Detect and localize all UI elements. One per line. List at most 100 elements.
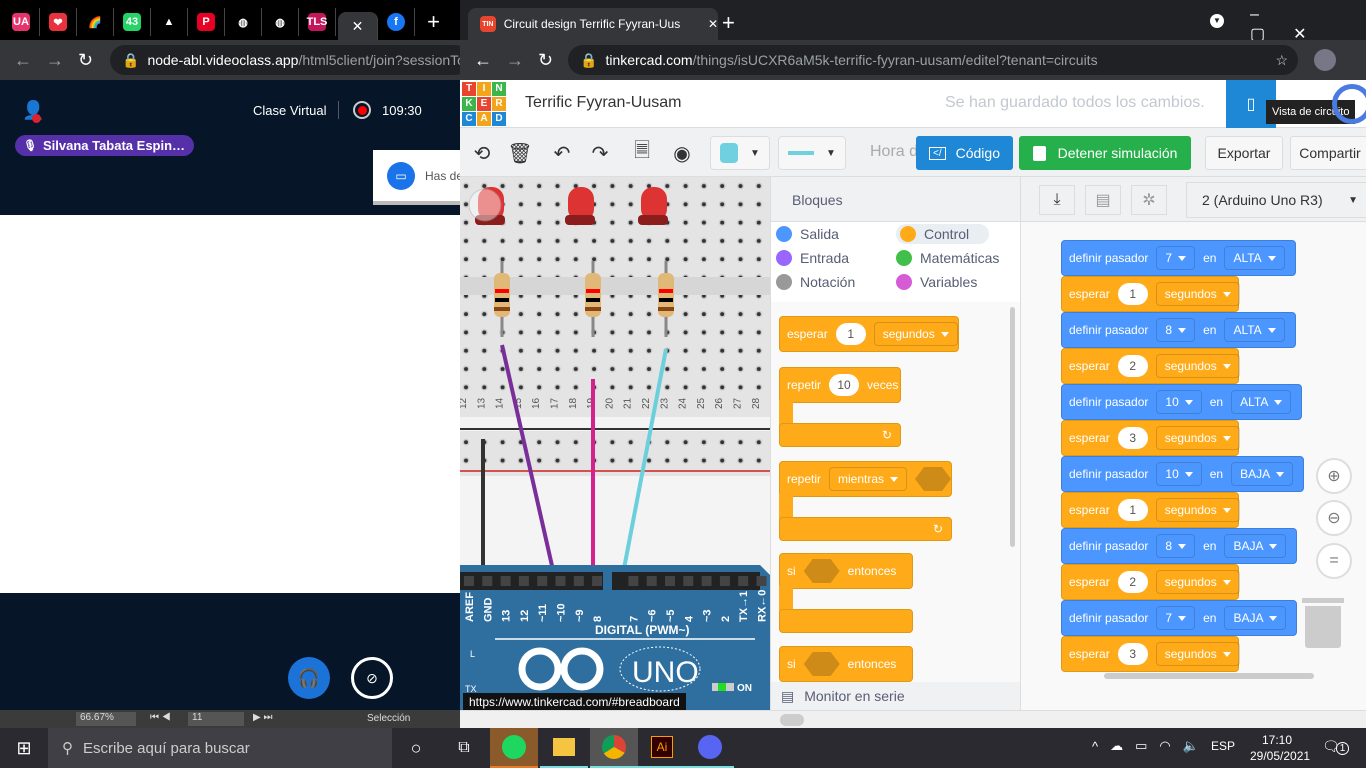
condition-slot[interactable] (803, 559, 840, 583)
stop-simulation-button[interactable]: Detener simulación (1019, 136, 1191, 170)
palette-wait-block[interactable]: esperar 1 segundos (779, 316, 959, 352)
state-dropdown[interactable]: BAJA (1224, 606, 1287, 630)
wire-type-picker[interactable]: ▼ (778, 136, 846, 170)
palette-repeat-block[interactable]: repetir 10 veces ↻ (779, 367, 901, 447)
download-icon[interactable]: ⤓ (1039, 185, 1075, 215)
window-controls[interactable]: –▢✕ (1250, 6, 1366, 44)
notifications-icon[interactable]: 🗨1 (1322, 738, 1350, 755)
set-pin-block[interactable]: definir pasador 10 en BAJA (1061, 456, 1305, 492)
color-picker[interactable]: ▼ (710, 136, 770, 170)
pin-dropdown[interactable]: 10 (1156, 390, 1202, 414)
code-button[interactable]: </ Código (916, 136, 1013, 170)
code-scrollbar[interactable] (1104, 673, 1314, 679)
debugger-bug-icon[interactable]: ✲ (1131, 185, 1167, 215)
browser-tab[interactable]: P (188, 8, 225, 36)
back-icon[interactable]: ← (474, 50, 492, 71)
header-pin[interactable] (500, 576, 511, 586)
unit-dropdown[interactable]: segundos (1155, 354, 1240, 378)
header-pin[interactable] (592, 576, 603, 586)
facebook-tab[interactable]: f (378, 8, 415, 36)
windows-start-icon[interactable]: ⊞ (0, 728, 48, 768)
circuit-canvas[interactable]: 1213141516171819202122232425262728 AREFG… (460, 177, 770, 710)
state-dropdown[interactable]: BAJA (1224, 534, 1287, 558)
wait-block[interactable]: esperar 3 segundos (1061, 420, 1240, 456)
participants-icon[interactable]: 👤 (22, 100, 44, 123)
trash-icon[interactable] (1302, 598, 1344, 652)
category-notación[interactable]: Notación (776, 274, 855, 290)
state-dropdown[interactable]: ALTA (1224, 246, 1285, 270)
board-select[interactable]: 2 (Arduino Uno R3) ▼ (1186, 182, 1366, 218)
file-explorer-app[interactable] (540, 728, 588, 768)
header-pin[interactable] (628, 576, 639, 586)
palette-repeat-while-block[interactable]: repetir mientras ↻ (779, 461, 952, 541)
forward-icon[interactable]: → (506, 50, 524, 71)
url-input[interactable]: 🔒 tinkercad.com/things/isUCXR6aM5k-terrif… (568, 45, 1298, 75)
share-button[interactable]: Compartir (1290, 136, 1366, 170)
palette-scrollbar[interactable] (1010, 307, 1015, 547)
tab-search-icon[interactable]: ▼ (1210, 14, 1224, 28)
unit-dropdown[interactable]: segundos (1155, 282, 1240, 306)
browser-tab[interactable]: ▲ (151, 8, 188, 36)
zoom-out-icon[interactable]: ⊖ (1316, 500, 1352, 536)
page-input[interactable]: 11 (188, 712, 244, 726)
reload-icon[interactable]: ↻ (78, 50, 93, 71)
wait-block[interactable]: esperar 1 segundos (1061, 492, 1240, 528)
browser-tab[interactable]: 43 (114, 8, 151, 36)
redo-icon[interactable]: ↷ (586, 136, 614, 170)
browser-tab[interactable]: TLS (299, 8, 336, 36)
clock[interactable]: 17:10 29/05/2021 (1250, 732, 1310, 764)
header-pin[interactable] (482, 576, 493, 586)
active-tab[interactable]: ✕ (338, 12, 378, 40)
delete-icon[interactable]: 🗑 (506, 136, 534, 170)
category-variables[interactable]: Variables (896, 274, 977, 290)
task-view-icon[interactable]: ⧉ (440, 728, 488, 768)
pin-dropdown[interactable]: 8 (1156, 534, 1196, 558)
set-pin-block[interactable]: definir pasador 7 en BAJA (1061, 600, 1298, 636)
unit-dropdown[interactable]: segundos (1155, 426, 1240, 450)
unit-dropdown[interactable]: segundos (1155, 642, 1240, 666)
visibility-icon[interactable]: ◉ (668, 136, 696, 170)
unit-dropdown[interactable]: segundos (1155, 570, 1240, 594)
block-number[interactable]: 3 (1117, 643, 1148, 665)
header-pin[interactable] (518, 576, 529, 586)
library-icon[interactable]: ▤ (1085, 185, 1121, 215)
category-control[interactable]: Control (896, 224, 990, 244)
wait-block[interactable]: esperar 3 segundos (1061, 636, 1240, 672)
onedrive-cloud-icon[interactable]: ☁ (1110, 738, 1123, 754)
block-number[interactable]: 1 (835, 323, 866, 345)
set-pin-block[interactable]: definir pasador 8 en ALTA (1061, 312, 1296, 348)
unit-dropdown[interactable]: segundos (1155, 498, 1240, 522)
camera-off-button[interactable]: ⊘ (351, 657, 393, 699)
pin-dropdown[interactable]: 7 (1156, 246, 1196, 270)
page-nav-next-icons[interactable]: ▶ ⏭ (253, 712, 272, 723)
chevron-up-icon[interactable]: ^ (1092, 739, 1098, 754)
category-salida[interactable]: Salida (776, 226, 839, 242)
header-pin[interactable] (573, 576, 584, 586)
audio-button[interactable]: 🎧 (288, 657, 330, 699)
search-box[interactable]: ⚲ Escribe aquí para buscar (48, 728, 392, 768)
close-tab-icon[interactable]: ✕ (708, 17, 718, 31)
pin-dropdown[interactable]: 8 (1156, 318, 1196, 342)
header-pin[interactable] (738, 576, 749, 586)
category-entrada[interactable]: Entrada (776, 250, 849, 266)
state-dropdown[interactable]: ALTA (1224, 318, 1285, 342)
bookmark-star-icon[interactable]: ☆ (1275, 52, 1288, 69)
language-indicator[interactable]: ESP (1211, 739, 1235, 753)
tinkercad-logo[interactable]: TIN KER CAD (462, 82, 506, 126)
state-dropdown[interactable]: ALTA (1231, 390, 1292, 414)
export-button[interactable]: Exportar (1205, 136, 1283, 170)
set-pin-block[interactable]: definir pasador 7 en ALTA (1061, 240, 1296, 276)
block-number[interactable]: 1 (1117, 283, 1148, 305)
state-dropdown[interactable]: BAJA (1231, 462, 1294, 486)
zoom-reset-icon[interactable]: = (1316, 543, 1352, 579)
page-nav-icons[interactable]: ⏮ ◀ (150, 712, 171, 723)
header-pin[interactable] (464, 576, 474, 586)
new-tab-button[interactable]: + (415, 8, 452, 36)
volume-icon[interactable]: 🔈 (1183, 738, 1199, 754)
header-pin[interactable] (701, 576, 712, 586)
palette-if-block[interactable]: si entonces (779, 646, 913, 682)
discord-app[interactable] (686, 728, 734, 768)
note-icon[interactable]: 🗏 (628, 136, 656, 170)
new-tab-button[interactable]: + (722, 10, 735, 36)
zoom-select[interactable]: 66.67% (76, 712, 136, 726)
